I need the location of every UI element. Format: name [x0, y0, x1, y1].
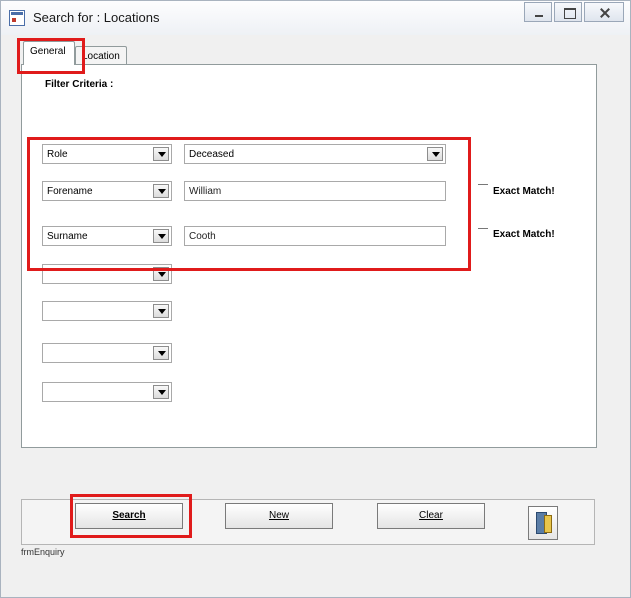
close-button[interactable]: [584, 2, 624, 22]
search-button[interactable]: Search: [75, 503, 183, 529]
chevron-down-icon[interactable]: [153, 184, 169, 198]
criteria-value-input-surname[interactable]: Cooth: [184, 226, 446, 246]
criteria-field-value: Role: [47, 149, 68, 160]
exact-match-checkbox-surname[interactable]: [478, 228, 488, 229]
chevron-down-icon[interactable]: [153, 346, 169, 360]
exit-button[interactable]: [528, 506, 558, 540]
criteria-field-select-forename[interactable]: Forename: [42, 181, 172, 201]
criteria-field-select-6[interactable]: [42, 343, 172, 363]
maximize-button[interactable]: [554, 2, 582, 22]
criteria-value: Deceased: [189, 149, 235, 160]
clear-button[interactable]: Clear: [377, 503, 485, 529]
chevron-down-icon[interactable]: [153, 229, 169, 243]
tab-general[interactable]: General: [23, 41, 75, 65]
criteria-field-select-5[interactable]: [42, 301, 172, 321]
exact-match-label-surname: Exact Match!: [493, 229, 555, 240]
criteria-field-value: Surname: [47, 231, 88, 242]
title-bar: Search for : Locations: [1, 1, 630, 35]
criteria-field-select-surname[interactable]: Surname: [42, 226, 172, 246]
criteria-value-select-role[interactable]: Deceased: [184, 144, 446, 164]
window-controls: [524, 2, 624, 22]
criteria-value-input-forename[interactable]: William: [184, 181, 446, 201]
chevron-down-icon[interactable]: [153, 147, 169, 161]
door-open-icon: [544, 515, 552, 533]
chevron-down-icon[interactable]: [153, 385, 169, 399]
window-title: Search for : Locations: [33, 10, 160, 25]
chevron-down-icon[interactable]: [427, 147, 443, 161]
criteria-field-select-role[interactable]: Role: [42, 144, 172, 164]
form-icon: [9, 10, 25, 26]
chevron-down-icon[interactable]: [153, 267, 169, 281]
minimize-button[interactable]: [524, 2, 552, 22]
criteria-field-select-7[interactable]: [42, 382, 172, 402]
chevron-down-icon[interactable]: [153, 304, 169, 318]
criteria-field-select-4[interactable]: [42, 264, 172, 284]
criteria-field-value: Forename: [47, 186, 93, 197]
filter-criteria-label: Filter Criteria :: [45, 79, 114, 90]
exact-match-checkbox-forename[interactable]: [478, 184, 488, 185]
new-button[interactable]: New: [225, 503, 333, 529]
exact-match-label-forename: Exact Match!: [493, 186, 555, 197]
search-window: Search for : Locations General Location …: [0, 0, 631, 598]
status-form-name: frmEnquiry: [21, 547, 65, 557]
